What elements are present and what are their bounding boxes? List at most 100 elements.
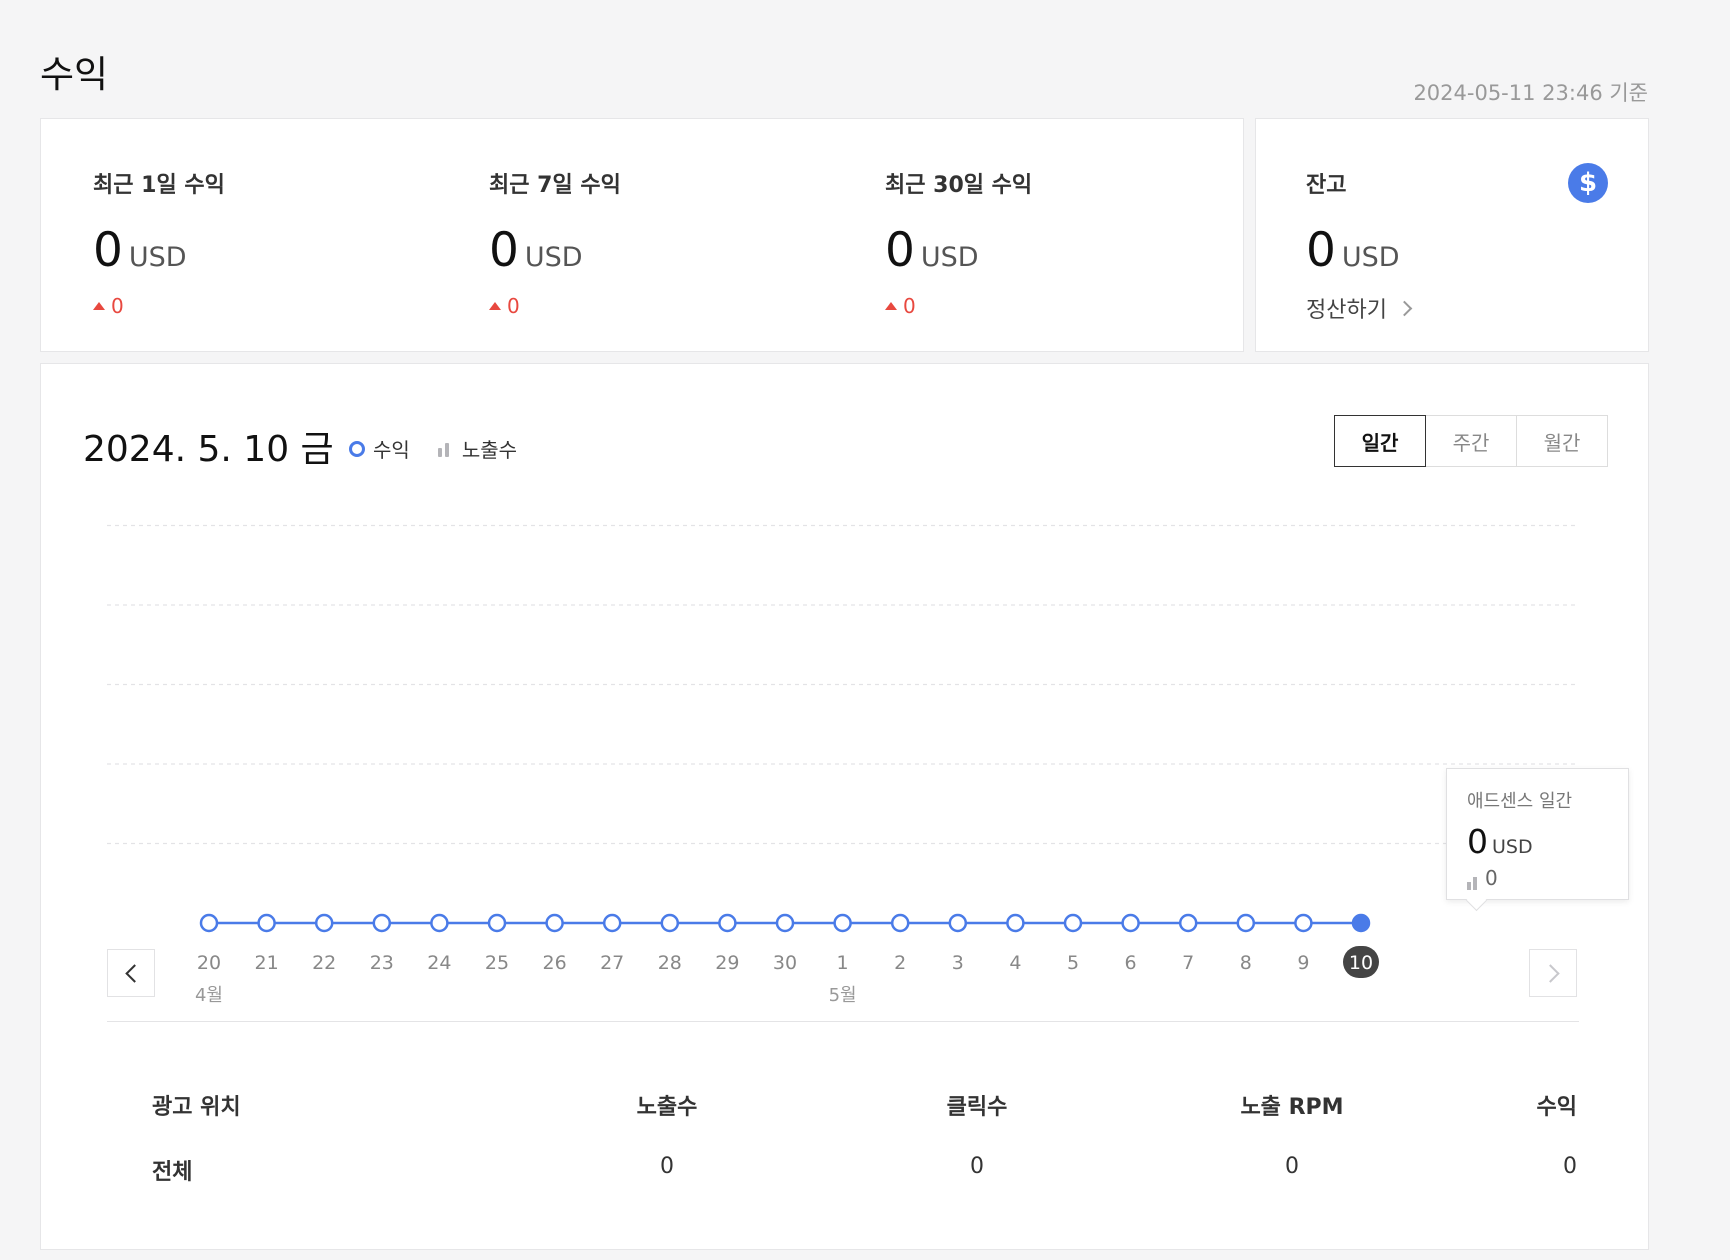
tooltip-unit: USD bbox=[1492, 836, 1533, 858]
x-tick-label: 27 bbox=[600, 952, 624, 974]
data-point bbox=[660, 913, 680, 933]
stat-7-day: 최근 7일 수익 0 USD 0 bbox=[489, 167, 621, 318]
stat-change-value: 0 bbox=[903, 294, 916, 318]
x-tick-label: 28 bbox=[658, 952, 682, 974]
cell-rpm: 0 bbox=[1285, 1154, 1299, 1179]
x-month-label: 5월 bbox=[829, 985, 857, 1006]
revenue-summary-card: 최근 1일 수익 0 USD 0 최근 7일 수익 0 USD 0 최근 30일… bbox=[40, 118, 1244, 352]
cell-revenue: 0 bbox=[1563, 1154, 1577, 1179]
balance-stat: 잔고 0 USD 정산하기 bbox=[1306, 167, 1413, 324]
dollar-icon: $ bbox=[1568, 163, 1608, 203]
cell-impressions: 0 bbox=[660, 1154, 674, 1179]
impressions-icon bbox=[1467, 876, 1479, 890]
x-tick-label: 1 bbox=[837, 952, 849, 974]
header-clicks: 클릭수 bbox=[946, 1095, 1008, 1120]
data-point bbox=[1351, 913, 1371, 933]
x-tick-label: 9 bbox=[1297, 952, 1309, 974]
chevron-left-icon bbox=[124, 963, 144, 983]
x-tick-label: 20 bbox=[197, 952, 221, 974]
x-tick-label: 29 bbox=[715, 952, 739, 974]
balance-label: 잔고 bbox=[1306, 173, 1347, 198]
data-point bbox=[1006, 913, 1025, 933]
stat-change: 0 bbox=[489, 294, 621, 318]
tooltip-impressions-value: 0 bbox=[1485, 866, 1498, 890]
data-point bbox=[1294, 913, 1313, 933]
x-tick-label: 2 bbox=[894, 952, 906, 974]
x-tick-label: 10 bbox=[1349, 952, 1373, 974]
x-tick-label: 7 bbox=[1182, 952, 1194, 974]
tooltip-impressions: 0 bbox=[1467, 866, 1608, 890]
data-point bbox=[1236, 913, 1256, 933]
settle-link-label: 정산하기 bbox=[1306, 298, 1387, 323]
data-point bbox=[775, 913, 795, 933]
x-month-label: 4월 bbox=[195, 985, 223, 1006]
data-point bbox=[430, 913, 449, 933]
triangle-up-icon bbox=[885, 302, 897, 310]
data-point bbox=[1121, 913, 1140, 933]
chart-tooltip: 애드센스 일간 0 USD 0 bbox=[1446, 768, 1629, 900]
x-tick-label: 24 bbox=[427, 952, 451, 974]
chevron-right-icon bbox=[1540, 963, 1560, 983]
stat-value: 0 bbox=[885, 223, 915, 278]
data-point bbox=[890, 913, 910, 933]
settle-link[interactable]: 정산하기 bbox=[1306, 292, 1413, 324]
stat-change: 0 bbox=[93, 294, 225, 318]
stat-unit: USD bbox=[524, 242, 583, 273]
header-revenue: 수익 bbox=[1536, 1095, 1577, 1120]
stat-label: 최근 1일 수익 bbox=[93, 173, 225, 198]
x-tick-label: 26 bbox=[543, 952, 567, 974]
page-title: 수익 bbox=[40, 53, 109, 96]
revenue-chart-card: 2024. 5. 10 금 수익 노출수 일간 주간 월간 20 21 22 23 24… bbox=[40, 363, 1649, 1250]
chart-prev-button[interactable] bbox=[107, 949, 155, 997]
stat-value: 0 bbox=[489, 223, 519, 278]
data-point bbox=[257, 913, 276, 933]
stat-unit: USD bbox=[128, 242, 187, 273]
tooltip-title: 애드센스 일간 bbox=[1467, 791, 1573, 812]
x-tick-label: 3 bbox=[952, 952, 964, 974]
balance-unit: USD bbox=[1341, 242, 1400, 273]
balance-value: 0 bbox=[1306, 223, 1336, 278]
data-point bbox=[1178, 913, 1198, 933]
data-point bbox=[602, 913, 622, 933]
data-point bbox=[718, 913, 737, 933]
stat-30-day: 최근 30일 수익 0 USD 0 bbox=[885, 167, 1032, 318]
data-point bbox=[1063, 913, 1083, 933]
stat-label: 최근 7일 수익 bbox=[489, 173, 621, 198]
data-point bbox=[314, 913, 334, 933]
x-tick-label: 6 bbox=[1125, 952, 1137, 974]
data-point bbox=[833, 913, 852, 933]
x-tick-label: 21 bbox=[255, 952, 279, 974]
x-tick-label: 8 bbox=[1240, 952, 1252, 974]
chevron-right-icon bbox=[1396, 300, 1413, 316]
chart-table-divider bbox=[107, 1021, 1579, 1022]
data-point bbox=[545, 913, 564, 933]
data-point bbox=[199, 913, 219, 933]
stat-1-day: 최근 1일 수익 0 USD 0 bbox=[93, 167, 225, 318]
x-tick-label: 23 bbox=[370, 952, 394, 974]
data-point bbox=[487, 913, 507, 933]
stat-value: 0 bbox=[93, 223, 123, 278]
x-tick-label: 30 bbox=[773, 952, 797, 974]
header-rpm: 노출 RPM bbox=[1240, 1095, 1344, 1120]
x-tick-label: 4 bbox=[1009, 952, 1021, 974]
triangle-up-icon bbox=[489, 302, 501, 310]
x-tick-label: 5 bbox=[1067, 952, 1079, 974]
stat-change-value: 0 bbox=[111, 294, 124, 318]
header-ad-location: 광고 위치 bbox=[152, 1095, 241, 1120]
x-tick-label: 22 bbox=[312, 952, 336, 974]
stat-change-value: 0 bbox=[507, 294, 520, 318]
data-point bbox=[948, 913, 968, 933]
stat-change: 0 bbox=[885, 294, 1032, 318]
revenue-line-chart: 20 21 22 23 24 25 26 27 28 29 30 1 2 3 4 5 6 7 8 9 104월 5월 bbox=[107, 524, 1579, 1006]
header-impressions: 노출수 bbox=[636, 1095, 698, 1120]
cell-clicks: 0 bbox=[970, 1154, 984, 1179]
stat-label: 최근 30일 수익 bbox=[885, 173, 1033, 198]
last-updated-timestamp: 2024-05-11 23:46 기준 bbox=[1413, 81, 1648, 105]
data-point bbox=[372, 913, 392, 933]
triangle-up-icon bbox=[93, 302, 105, 310]
tab-daily[interactable]: 일간 bbox=[1334, 415, 1426, 467]
tooltip-value: 0 bbox=[1467, 822, 1488, 861]
cell-ad-location: 전체 bbox=[152, 1160, 193, 1185]
chart-next-button[interactable] bbox=[1529, 949, 1577, 997]
x-tick-label: 25 bbox=[485, 952, 509, 974]
